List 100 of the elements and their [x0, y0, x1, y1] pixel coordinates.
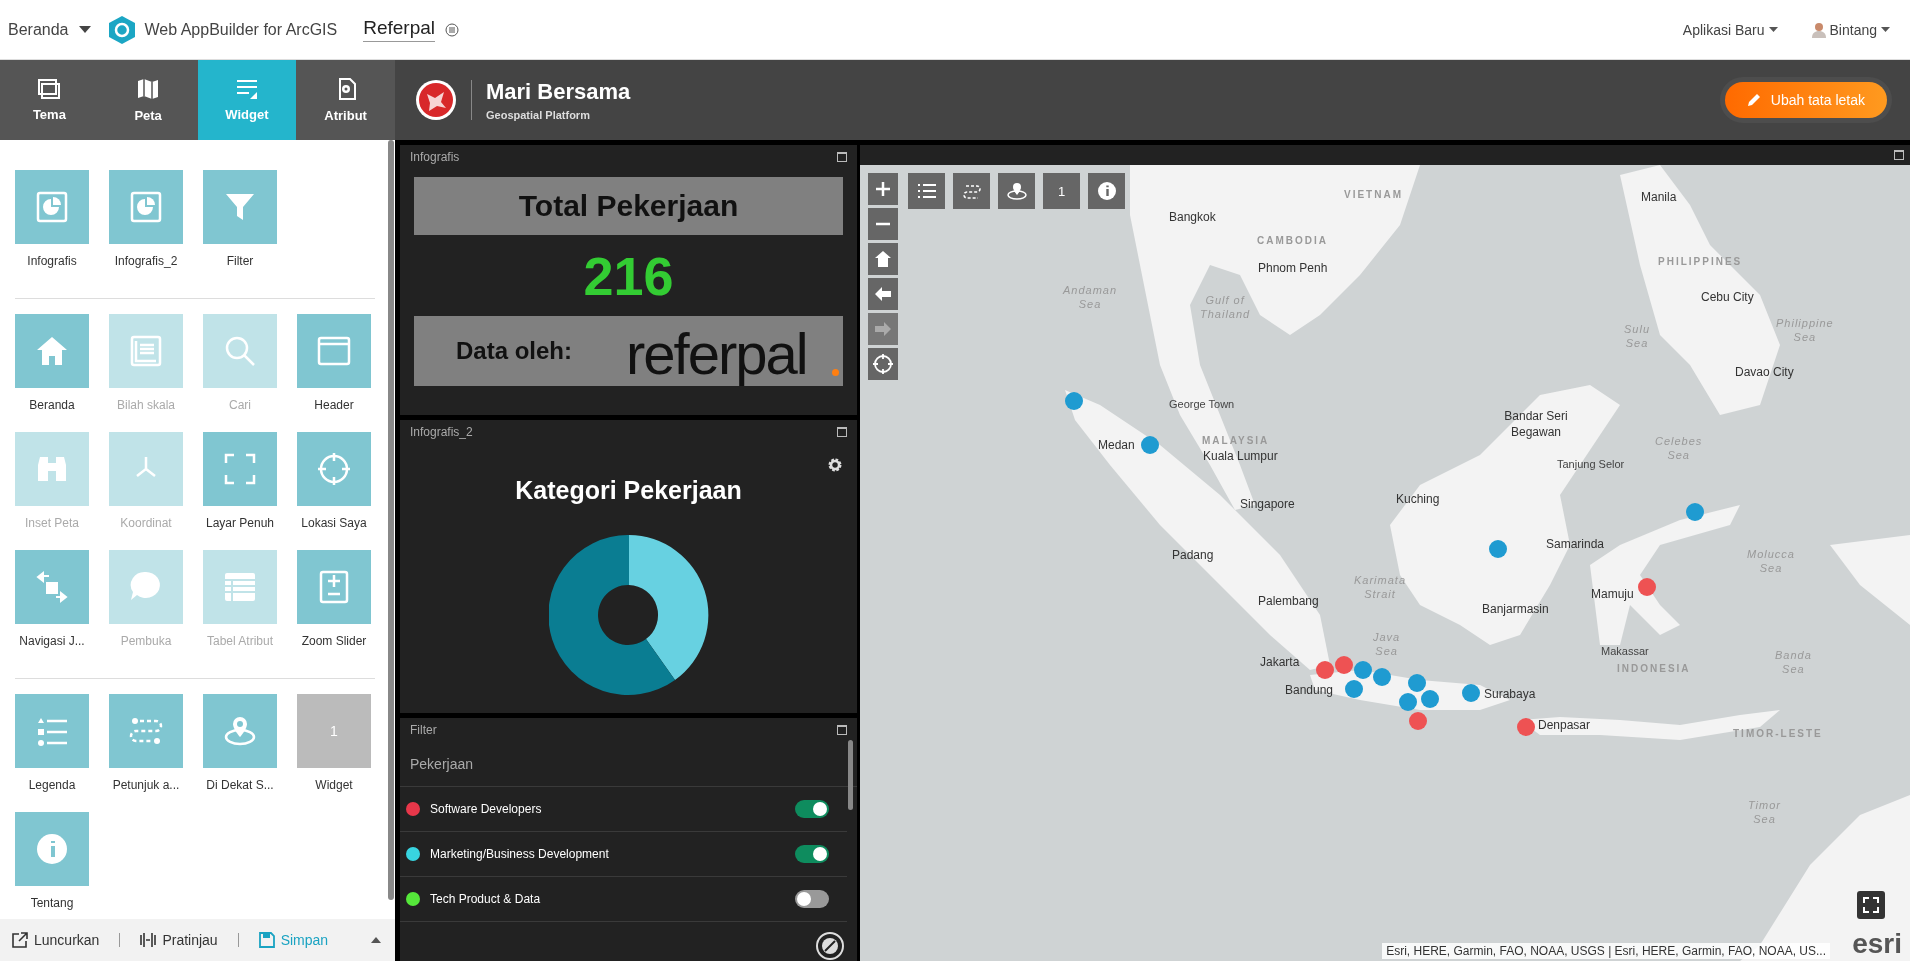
round-logo-icon — [415, 79, 457, 121]
map-label: Karimata Strait — [1354, 573, 1407, 602]
map-label: Mamuju — [1591, 587, 1634, 603]
map-point[interactable] — [1408, 674, 1426, 692]
theme-icon — [38, 78, 61, 99]
map-label: Java Sea — [1373, 630, 1401, 659]
zoom-out-button[interactable] — [868, 208, 898, 240]
widget-tile[interactable] — [15, 812, 89, 886]
map-label: Manila — [1641, 190, 1677, 206]
map-point[interactable] — [1354, 661, 1372, 679]
widget-tile[interactable] — [203, 432, 277, 506]
toggle-switch[interactable] — [795, 845, 829, 863]
map-point[interactable] — [1335, 656, 1353, 674]
launch-icon — [12, 932, 28, 948]
map-point[interactable] — [1409, 712, 1427, 730]
widget-tile[interactable] — [297, 432, 371, 506]
map-label: VIETNAM — [1344, 188, 1403, 201]
maximize-icon[interactable] — [837, 427, 847, 437]
widget-label: Beranda — [29, 397, 75, 414]
directions-button[interactable] — [953, 173, 990, 209]
fullscreen-button[interactable] — [1857, 891, 1885, 919]
zoom-in-button[interactable] — [868, 173, 898, 205]
map-label: Banjarmasin — [1482, 602, 1549, 618]
map-label: Surabaya — [1484, 687, 1536, 703]
user-menu[interactable]: Bintang — [1829, 21, 1877, 38]
widget-tile[interactable] — [15, 170, 89, 244]
nearby-button[interactable] — [998, 173, 1035, 209]
toggle-switch[interactable] — [795, 890, 829, 908]
widget-tile[interactable] — [203, 694, 277, 768]
widget-label: Tentang — [30, 895, 74, 912]
arrow-right-icon — [874, 321, 892, 337]
chart-title: Kategori Pekerjaan — [515, 476, 742, 505]
list-icon — [917, 183, 936, 199]
total-value: 216 — [582, 245, 675, 307]
filter-label: Tech Product & Data — [430, 892, 542, 906]
map-label: George Town — [1169, 397, 1235, 412]
widget-tile[interactable] — [15, 694, 89, 768]
info-icon — [1096, 181, 1117, 201]
panel-title: Infografis_2 — [410, 425, 473, 439]
map-label: Padang — [1172, 548, 1214, 564]
map-label: Denpasar — [1538, 718, 1591, 734]
widget-label: Tabel Atribut — [206, 633, 273, 650]
launch-link[interactable]: Luncurkan — [34, 932, 100, 948]
map-label: Sulu Sea — [1624, 322, 1651, 351]
widget-tile[interactable] — [109, 694, 183, 768]
widget-label: Bilah skala — [117, 397, 175, 414]
widget-tile[interactable] — [109, 170, 183, 244]
maximize-icon[interactable] — [837, 725, 847, 735]
widget-tile[interactable] — [297, 314, 371, 388]
locate-button[interactable] — [868, 348, 898, 380]
home-menu[interactable]: Beranda — [8, 20, 69, 39]
map-point[interactable] — [1638, 578, 1656, 596]
new-app-menu[interactable]: Aplikasi Baru — [1682, 21, 1765, 38]
menu-circle-icon[interactable] — [445, 22, 459, 37]
home-button[interactable] — [868, 243, 898, 275]
map-point[interactable] — [1517, 718, 1535, 736]
widget-label: Pembuka — [120, 633, 172, 650]
map-label: Medan — [1098, 438, 1135, 454]
map-point[interactable] — [1373, 668, 1391, 686]
map-point[interactable] — [1686, 503, 1704, 521]
toggle-switch[interactable] — [795, 800, 829, 818]
product-name: Web AppBuilder for ArcGIS — [144, 20, 338, 39]
about-button[interactable] — [1088, 173, 1125, 209]
settings-icon[interactable] — [827, 457, 843, 473]
widget-tile[interactable] — [203, 170, 277, 244]
maximize-icon[interactable] — [837, 152, 847, 162]
widget-tile[interactable] — [15, 550, 89, 624]
fullscreen-icon — [1863, 897, 1879, 913]
preview-link[interactable]: Pratinjau — [162, 932, 218, 948]
map-point[interactable] — [1065, 392, 1083, 410]
filter-label: Marketing/Business Development — [430, 847, 610, 861]
widget-placeholder-button[interactable]: 1 — [1043, 173, 1080, 209]
map-label: Makassar — [1601, 644, 1649, 659]
widget-label: Navigasi J... — [19, 633, 85, 650]
map-label: Bandung — [1285, 683, 1334, 699]
plus-icon — [875, 181, 891, 197]
widget-tile[interactable] — [15, 314, 89, 388]
maximize-icon[interactable] — [1894, 150, 1904, 160]
scrollbar[interactable] — [388, 140, 394, 900]
map-label: Samarinda — [1546, 537, 1605, 553]
map-label: Banda Sea — [1775, 648, 1812, 677]
app-name-field[interactable]: Referpal — [363, 17, 435, 42]
widget-label: Petunjuk a... — [112, 777, 180, 794]
crosshair-icon — [873, 354, 893, 374]
widget-label: Di Dekat S... — [206, 777, 274, 794]
avatar-icon — [1811, 21, 1826, 38]
widget-label: Infografis — [27, 253, 77, 270]
widget-label: Koordinat — [120, 515, 172, 532]
back-button[interactable] — [868, 278, 898, 310]
map-label: Palembang — [1258, 594, 1319, 610]
widget-tile[interactable] — [297, 550, 371, 624]
widget-label: Widget — [315, 777, 353, 794]
legend-button[interactable] — [908, 173, 945, 209]
map-label: Kuala Lumpur — [1203, 449, 1278, 465]
map-point[interactable] — [1399, 693, 1417, 711]
dot-icon — [832, 369, 839, 376]
widget-label: Layar Penuh — [205, 515, 275, 532]
scrollbar[interactable] — [848, 740, 853, 810]
circle-slash-icon[interactable] — [815, 931, 845, 961]
caret-icon[interactable] — [371, 937, 381, 943]
